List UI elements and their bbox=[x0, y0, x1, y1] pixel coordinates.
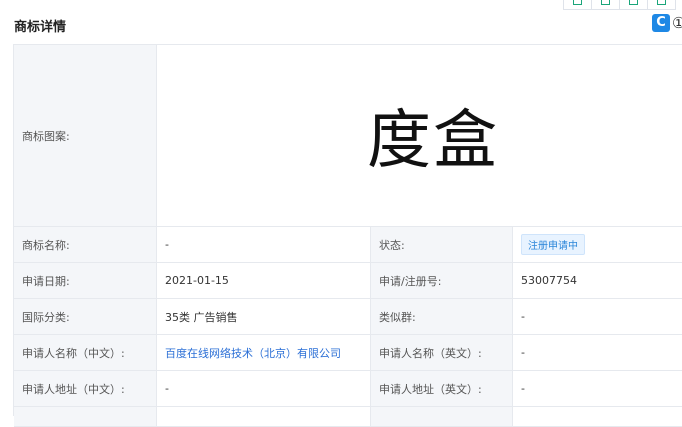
table-row: 国际分类: 35类 广告销售 类似群: - bbox=[14, 299, 682, 335]
table-row: 申请人地址（中文）: - 申请人地址（英文）: - bbox=[14, 371, 682, 407]
brand-icons: C ① bbox=[652, 14, 682, 32]
toolbar-strip bbox=[563, 0, 682, 10]
field-label: 申请人地址（英文）: bbox=[371, 371, 513, 406]
toolbar-button-2[interactable] bbox=[592, 0, 620, 10]
field-value: - bbox=[513, 335, 682, 370]
partial-logo-icon: ① bbox=[672, 14, 682, 32]
toolbar-button-1[interactable] bbox=[564, 0, 592, 10]
page-title: 商标详情 bbox=[14, 20, 67, 35]
toolbar-button-3[interactable] bbox=[620, 0, 648, 10]
toolbar-button-4[interactable] bbox=[648, 0, 676, 10]
brand-logo-icon[interactable]: C bbox=[652, 14, 670, 32]
status-badge: 注册申请中 bbox=[521, 234, 585, 255]
field-label bbox=[14, 407, 157, 426]
mark-image-row: 商标图案: 度盒 bbox=[14, 45, 682, 227]
trademark-detail-table: 商标图案: 度盒 商标名称: - 状态: 注册申请中 申请日期: 2021-01… bbox=[13, 44, 682, 427]
field-label: 申请人名称（英文）: bbox=[371, 335, 513, 370]
field-label: 国际分类: bbox=[14, 299, 157, 334]
field-value: - bbox=[513, 371, 682, 406]
field-value: 53007754 bbox=[513, 263, 682, 298]
applicant-link[interactable]: 百度在线网络技术（北京）有限公司 bbox=[157, 335, 371, 370]
field-value bbox=[513, 407, 682, 426]
table-row: 商标名称: - 状态: 注册申请中 bbox=[14, 227, 682, 263]
field-label: 申请日期: bbox=[14, 263, 157, 298]
field-label: 申请/注册号: bbox=[371, 263, 513, 298]
table-row: 申请人名称（中文）: 百度在线网络技术（北京）有限公司 申请人名称（英文）: - bbox=[14, 335, 682, 371]
field-value bbox=[157, 407, 371, 426]
field-label: 状态: bbox=[371, 227, 513, 262]
field-label: 申请人名称（中文）: bbox=[14, 335, 157, 370]
field-value: - bbox=[157, 371, 371, 406]
field-label: 申请人地址（中文）: bbox=[14, 371, 157, 406]
section-header: 商标详情 C ① bbox=[0, 12, 682, 38]
field-label: 商标名称: bbox=[14, 227, 157, 262]
table-row-partial bbox=[14, 407, 682, 427]
field-value: 35类 广告销售 bbox=[157, 299, 371, 334]
field-value: - bbox=[513, 299, 682, 334]
mark-image-text: 度盒 bbox=[367, 104, 499, 178]
field-value: 2021-01-15 bbox=[157, 263, 371, 298]
applicant-name-link[interactable]: 百度在线网络技术（北京）有限公司 bbox=[165, 345, 341, 361]
mark-image-label: 商标图案: bbox=[14, 45, 157, 226]
table-row: 申请日期: 2021-01-15 申请/注册号: 53007754 bbox=[14, 263, 682, 299]
field-value: 注册申请中 bbox=[513, 227, 682, 262]
mark-image: 度盒 bbox=[157, 45, 682, 226]
field-value: - bbox=[157, 227, 371, 262]
field-label bbox=[371, 407, 513, 426]
field-label: 类似群: bbox=[371, 299, 513, 334]
